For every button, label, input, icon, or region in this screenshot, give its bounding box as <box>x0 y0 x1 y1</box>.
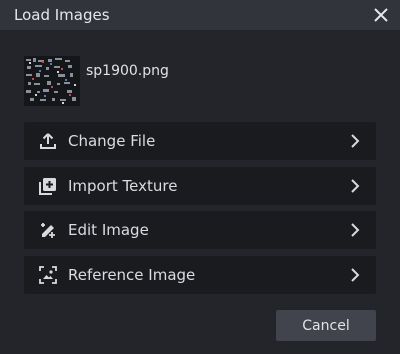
change-file-button[interactable]: Change File <box>24 122 376 160</box>
image-thumbnail <box>24 56 80 106</box>
edit-image-label: Edit Image <box>68 221 149 239</box>
close-button[interactable] <box>370 4 392 26</box>
chevron-right-icon <box>348 223 362 237</box>
chevron-right-icon <box>348 178 362 193</box>
upload-icon <box>38 131 58 151</box>
load-images-dialog: Load Images sp1900.png Change File Impor… <box>0 0 400 354</box>
reference-image-label: Reference Image <box>68 265 196 284</box>
import-texture-button[interactable]: Import Texture <box>24 166 376 205</box>
title-bar: Load Images <box>0 0 400 30</box>
reference-image-button[interactable]: Reference Image <box>24 255 376 294</box>
change-file-label: Change File <box>68 132 156 150</box>
add-texture-icon <box>38 176 58 196</box>
cancel-button[interactable]: Cancel <box>276 310 376 341</box>
close-icon <box>374 8 388 22</box>
file-name: sp1900.png <box>86 63 169 79</box>
dialog-title: Load Images <box>14 6 110 24</box>
edit-image-icon <box>38 220 58 240</box>
import-texture-label: Import Texture <box>68 176 178 195</box>
reference-image-icon <box>38 265 58 285</box>
edit-image-button[interactable]: Edit Image <box>24 211 376 249</box>
chevron-right-icon <box>348 267 362 282</box>
selected-file: sp1900.png <box>24 56 169 106</box>
action-menu: Change File Import Texture Edit Image Re… <box>24 122 376 300</box>
chevron-right-icon <box>348 134 362 148</box>
